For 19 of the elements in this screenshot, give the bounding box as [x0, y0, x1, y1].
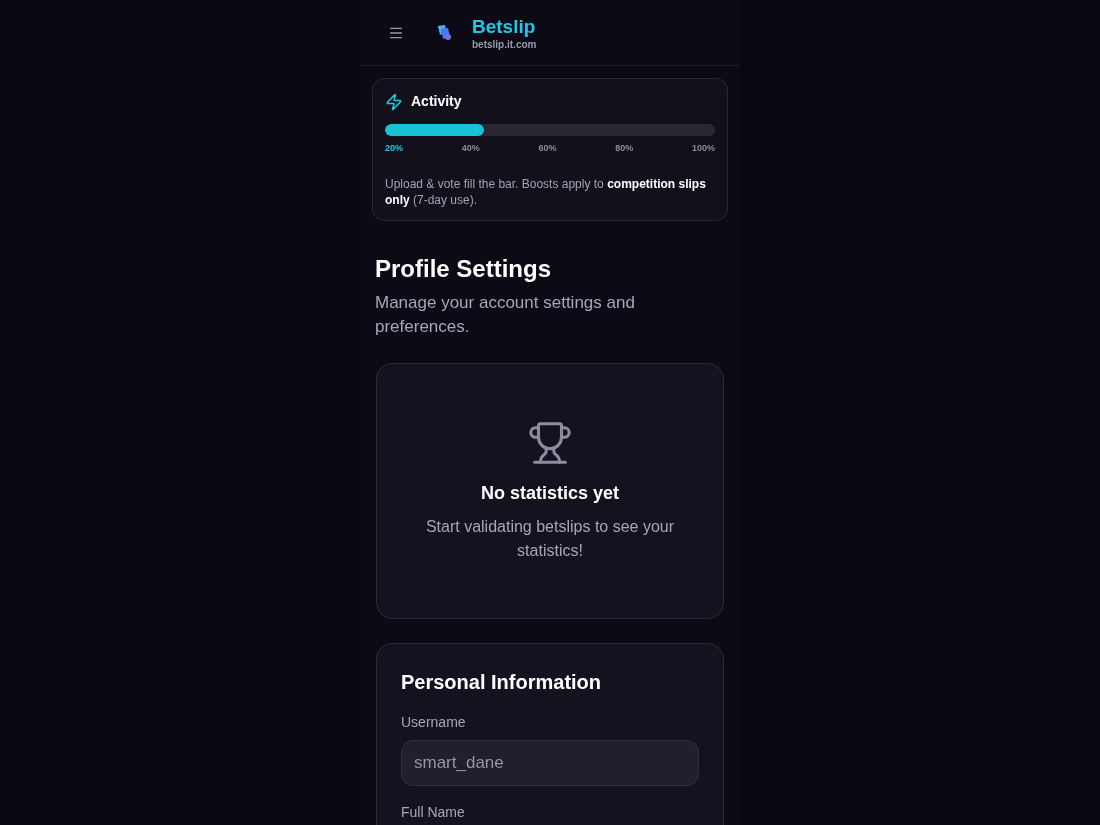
statistics-empty-title: No statistics yet: [480, 481, 620, 505]
progress-tick-label: 100%: [691, 142, 715, 155]
field-label: Username: [401, 712, 467, 732]
statistics-empty-message: Start validating betslips to see your statistics!: [424, 516, 676, 561]
progress-tick-label: 80%: [615, 142, 634, 155]
app-title: Betslip: [472, 14, 537, 39]
app-domain: betslip.it.com: [472, 38, 537, 51]
progress-tick-label: 20%: [385, 142, 403, 155]
activity-note: Upload & vote fill the bar. Boosts apply to competition slips only (7-day use).: [385, 175, 707, 208]
page-title: Profile Settings: [375, 253, 553, 284]
trophy-icon: [527, 419, 573, 466]
lightning-icon: [385, 92, 403, 111]
page-subtitle: Manage your account settings and preferences.: [375, 291, 636, 338]
activity-title: Activity: [411, 92, 462, 111]
progress-tick-label: 60%: [538, 142, 557, 155]
field-label: Full Name: [401, 802, 466, 822]
section-title: Personal Information: [401, 669, 603, 695]
logo-icon: [436, 24, 452, 41]
progress-tick-label: 40%: [461, 142, 480, 155]
